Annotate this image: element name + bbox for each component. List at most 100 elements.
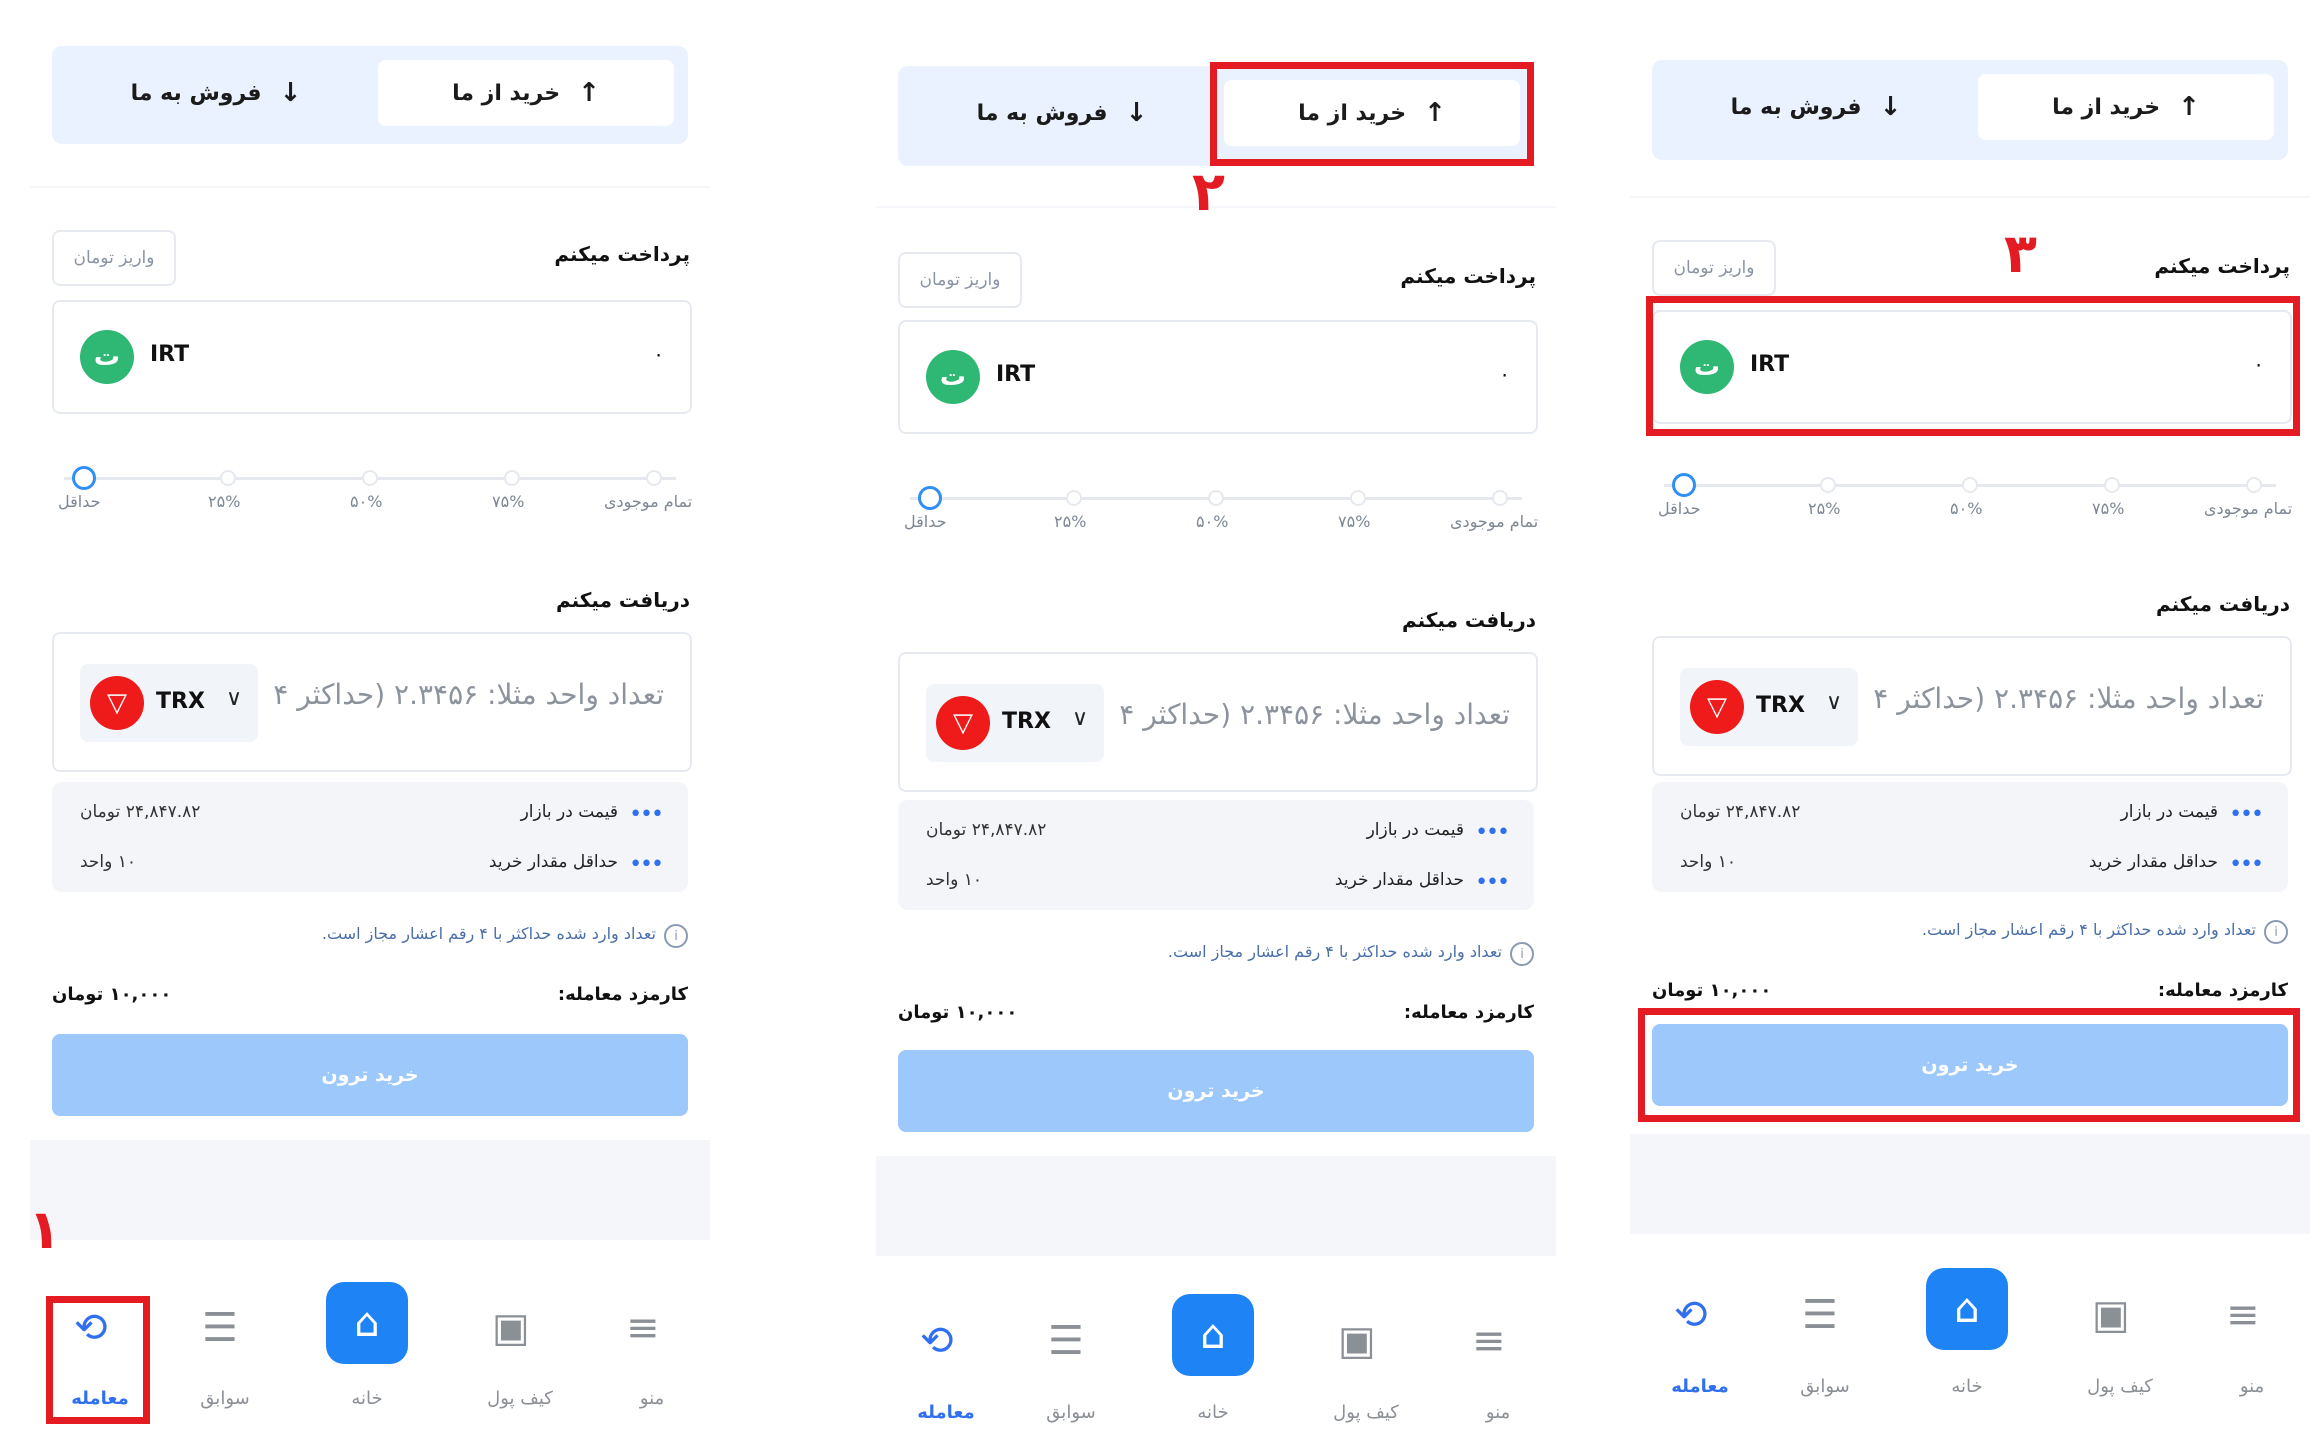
market-price-label: قیمت در بازار (520, 802, 618, 822)
currency-select[interactable]: ▽ TRX ∨ (1680, 668, 1858, 746)
receive-label: دریافت میکنم (1401, 608, 1536, 632)
trade-icon[interactable]: ⟲ (920, 1318, 954, 1364)
nav-trade[interactable]: معامله (886, 1402, 1006, 1423)
home-button[interactable]: ⌂ (326, 1282, 408, 1364)
nav-history[interactable]: سوابق (1016, 1402, 1126, 1423)
fee-label: کارمزد معامله: (2157, 980, 2288, 1001)
history-icon[interactable]: ☰ (1048, 1318, 1084, 1364)
more-dots-icon: ••• (2229, 802, 2264, 827)
nav-home[interactable]: خانه (1158, 1402, 1268, 1423)
more-dots-icon: ••• (629, 802, 664, 827)
min-amount-label: حداقل مقدار خرید (1334, 870, 1464, 890)
slider-tick-min: حداقل (58, 492, 101, 511)
nav-menu[interactable]: منو (602, 1388, 702, 1409)
tab-sell[interactable]: ↓ فروش به ما (1666, 74, 1966, 140)
receive-amount-field[interactable]: ▽ TRX ∨ تعداد واحد مثلا: ۲.۳۴۵۶ (حداکثر … (1652, 636, 2292, 776)
slider-stop-50[interactable] (1962, 477, 1978, 493)
nav-wallet[interactable]: کیف پول (2060, 1376, 2180, 1397)
trx-coin-icon: ▽ (90, 676, 144, 730)
trx-coin-icon: ▽ (936, 696, 990, 750)
wallet-icon[interactable]: ▣ (2092, 1292, 2130, 1338)
receive-currency: TRX (1002, 709, 1051, 734)
nav-home[interactable]: خانه (1912, 1376, 2022, 1397)
pay-currency: IRT (150, 342, 190, 367)
highlight-trade-tab (46, 1296, 150, 1424)
slider-stop-75[interactable] (2104, 477, 2120, 493)
arrow-up-icon: ↑ (2178, 92, 2200, 122)
tab-sell[interactable]: ↓ فروش به ما (66, 60, 366, 126)
tab-sell[interactable]: ↓ فروش به ما (912, 80, 1212, 146)
divider (30, 186, 710, 188)
slider-knob[interactable] (918, 486, 942, 510)
tab-buy[interactable]: ↑ خرید از ما (1978, 74, 2274, 140)
slider-stop-75[interactable] (504, 470, 520, 486)
chevron-down-icon: ∨ (1072, 706, 1089, 731)
panel-3: ↑ خرید از ما ↓ فروش به ما پرداخت میکنم وار… (1630, 0, 2310, 1440)
menu-icon[interactable]: ≡ (626, 1305, 660, 1351)
home-icon: ⌂ (1954, 1286, 1980, 1332)
slider-stop-25[interactable] (1820, 477, 1836, 493)
fee-value: ۱۰,۰۰۰ تومان (1652, 980, 1772, 1001)
wallet-icon[interactable]: ▣ (492, 1305, 530, 1351)
step-number-1: ۱ (28, 1198, 61, 1261)
arrow-down-icon: ↓ (279, 78, 302, 108)
menu-icon[interactable]: ≡ (1472, 1318, 1506, 1364)
market-price-label: قیمت در بازار (1366, 820, 1464, 840)
irt-coin-icon: ت (80, 330, 134, 384)
nav-menu[interactable]: منو (1448, 1402, 1548, 1423)
receive-amount-field[interactable]: ▽ TRX ∨ تعداد واحد مثلا: ۲.۳۴۵۶ (حداکثر … (52, 632, 692, 772)
buy-tron-button[interactable]: خرید ترون (52, 1034, 688, 1116)
slider-tick-25: ۲۵% (208, 492, 241, 511)
slider-stop-100[interactable] (646, 470, 662, 486)
currency-select[interactable]: ▽ TRX ∨ (80, 664, 258, 742)
receive-amount-input[interactable]: تعداد واحد مثلا: ۲.۳۴۵۶ (حداکثر ۴ رقم (1864, 682, 2264, 715)
nav-trade[interactable]: معامله (1640, 1376, 1760, 1397)
nav-menu[interactable]: منو (2202, 1376, 2302, 1397)
nav-wallet[interactable]: کیف پول (460, 1388, 580, 1409)
home-button[interactable]: ⌂ (1172, 1294, 1254, 1376)
trade-icon[interactable]: ⟲ (1674, 1292, 1708, 1338)
pay-currency: IRT (996, 362, 1036, 387)
nav-history[interactable]: سوابق (170, 1388, 280, 1409)
history-icon[interactable]: ☰ (202, 1305, 238, 1351)
slider-stop-25[interactable] (220, 470, 236, 486)
gray-band (876, 1156, 1556, 1256)
slider-knob[interactable] (1672, 473, 1696, 497)
receive-amount-input[interactable]: تعداد واحد مثلا: ۲.۳۴۵۶ (حداکثر ۴ رقم (1110, 698, 1510, 731)
slider-stop-25[interactable] (1066, 490, 1082, 506)
history-icon[interactable]: ☰ (1802, 1292, 1838, 1338)
wallet-icon[interactable]: ▣ (1338, 1318, 1376, 1364)
nav-home[interactable]: خانه (312, 1388, 422, 1409)
currency-select[interactable]: ▽ TRX ∨ (926, 684, 1104, 762)
slider-tick-75: ۷۵% (492, 492, 525, 511)
pay-amount-field[interactable]: ت IRT ۰ (898, 320, 1538, 434)
slider-tick-25: ۲۵% (1054, 512, 1087, 531)
receive-amount-field[interactable]: ▽ TRX ∨ تعداد واحد مثلا: ۲.۳۴۵۶ (حداکثر … (898, 652, 1538, 792)
step-number-2: ۲ (1192, 160, 1225, 223)
slider-tick-25: ۲۵% (1808, 499, 1841, 518)
pay-amount-field[interactable]: ت IRT ۰ (52, 300, 692, 414)
trade-card (1630, 30, 2310, 1130)
panel-2: ↑ خرید از ما ↓ فروش به ما پرداخت میکنم وار… (876, 0, 1556, 1440)
home-button[interactable]: ⌂ (1926, 1268, 2008, 1350)
menu-icon[interactable]: ≡ (2226, 1292, 2260, 1338)
slider-stop-100[interactable] (2246, 477, 2262, 493)
slider-stop-100[interactable] (1492, 490, 1508, 506)
divider (1630, 196, 2310, 198)
deposit-toman-button[interactable]: واریز تومان (1652, 240, 1776, 296)
nav-history[interactable]: سوابق (1770, 1376, 1880, 1397)
receive-amount-input[interactable]: تعداد واحد مثلا: ۲.۳۴۵۶ (حداکثر ۴ رقم (264, 678, 664, 711)
slider-knob[interactable] (72, 466, 96, 490)
slider-stop-75[interactable] (1350, 490, 1366, 506)
slider-stop-50[interactable] (362, 470, 378, 486)
slider-stop-50[interactable] (1208, 490, 1224, 506)
deposit-toman-button[interactable]: واریز تومان (52, 230, 176, 286)
irt-coin-icon: ت (926, 350, 980, 404)
buy-tron-button[interactable]: خرید ترون (898, 1050, 1534, 1132)
more-dots-icon: ••• (1475, 820, 1510, 845)
receive-currency: TRX (1756, 693, 1805, 718)
nav-wallet[interactable]: کیف پول (1306, 1402, 1426, 1423)
deposit-toman-button[interactable]: واریز تومان (898, 252, 1022, 308)
slider-tick-min: حداقل (1658, 499, 1701, 518)
tab-buy[interactable]: ↑ خرید از ما (378, 60, 674, 126)
